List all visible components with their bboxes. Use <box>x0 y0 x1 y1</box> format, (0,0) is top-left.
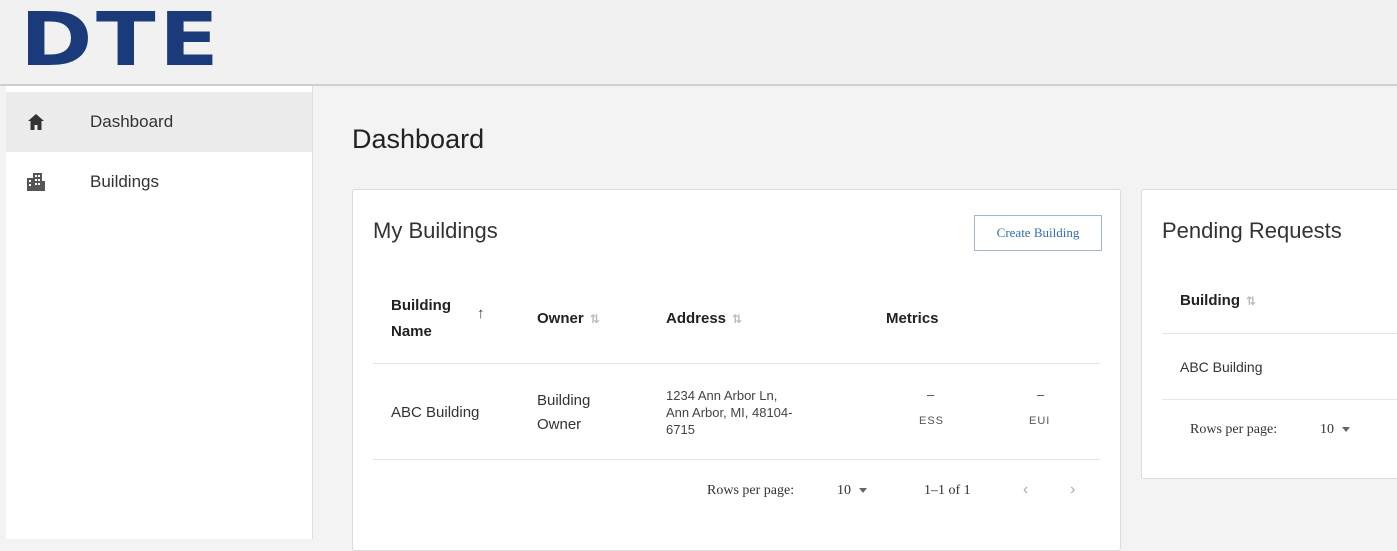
next-page-icon[interactable]: › <box>1070 481 1075 499</box>
rows-per-page-label: Rows per page: <box>707 483 795 498</box>
building-icon <box>26 172 46 192</box>
address-line: 6715 <box>666 422 695 437</box>
previous-page-icon[interactable]: ‹ <box>1023 481 1028 499</box>
rows-per-page-label: Rows per page: <box>1190 422 1278 437</box>
header-text: Address <box>666 310 727 327</box>
column-header-address[interactable]: Address ⇅ <box>666 310 742 327</box>
page-title: Dashboard <box>352 124 485 154</box>
my-buildings-card: My Buildings Create Building Building Na… <box>352 189 1121 551</box>
pending-requests-card: Pending Requests Building ⇅ ABC Building … <box>1141 189 1397 479</box>
header-text: Building <box>1180 292 1240 309</box>
row-address: 1234 Ann Arbor Ln, Ann Arbor, MI, 48104-… <box>666 387 792 438</box>
home-icon <box>26 112 46 132</box>
column-header-building[interactable]: Building ⇅ <box>1180 292 1256 309</box>
chevron-down-icon <box>1342 427 1350 433</box>
header-divider <box>1162 333 1397 334</box>
sort-arrow-up-icon[interactable]: ↑ <box>477 305 485 322</box>
dte-logo[interactable]: DTE <box>20 3 222 77</box>
chevron-down-icon <box>859 488 867 494</box>
sidebar-item-buildings[interactable]: Buildings <box>6 152 312 212</box>
eui-label: EUI <box>1029 415 1051 427</box>
sort-icon: ⇅ <box>589 312 600 326</box>
header-text: Owner <box>537 310 584 327</box>
column-header-metrics: Metrics <box>886 310 939 327</box>
column-header-owner[interactable]: Owner ⇅ <box>537 310 600 327</box>
owner-line: Building <box>537 392 591 409</box>
address-line: Ann Arbor, MI, 48104- <box>666 405 793 420</box>
header-text: Name <box>391 323 432 340</box>
ess-label: ESS <box>919 415 945 427</box>
row-building-name[interactable]: ABC Building <box>391 404 479 421</box>
row-divider <box>1162 399 1397 400</box>
column-header-building-name[interactable]: Building Name <box>391 293 451 345</box>
pending-requests-title: Pending Requests <box>1162 218 1342 243</box>
sidebar-item-dashboard[interactable]: Dashboard <box>6 92 312 152</box>
top-bar: DTE <box>0 0 1397 86</box>
address-line: 1234 Ann Arbor Ln, <box>666 388 778 403</box>
row-owner: Building Owner <box>537 389 590 437</box>
create-building-button[interactable]: Create Building <box>974 215 1102 251</box>
rows-per-page-value: 10 <box>837 483 851 498</box>
rows-per-page-value: 10 <box>1320 422 1334 437</box>
header-text: Building <box>391 297 451 314</box>
sidebar-item-label: Buildings <box>90 172 159 191</box>
pagination-range: 1–1 of 1 <box>924 483 971 498</box>
row-divider <box>373 459 1100 460</box>
sort-icon: ⇅ <box>732 312 743 326</box>
rows-per-page-select[interactable]: 10 <box>1320 422 1350 438</box>
ess-value: – <box>927 387 935 402</box>
rows-per-page-select[interactable]: 10 <box>837 483 867 499</box>
sidebar: Dashboard Buildings <box>6 86 313 539</box>
eui-value: – <box>1037 387 1045 402</box>
owner-line: Owner <box>537 416 582 433</box>
pending-row-building[interactable]: ABC Building <box>1180 359 1263 375</box>
sidebar-item-label: Dashboard <box>90 112 174 131</box>
sort-icon: ⇅ <box>1246 294 1257 308</box>
my-buildings-title: My Buildings <box>373 218 498 243</box>
header-divider <box>373 363 1100 364</box>
